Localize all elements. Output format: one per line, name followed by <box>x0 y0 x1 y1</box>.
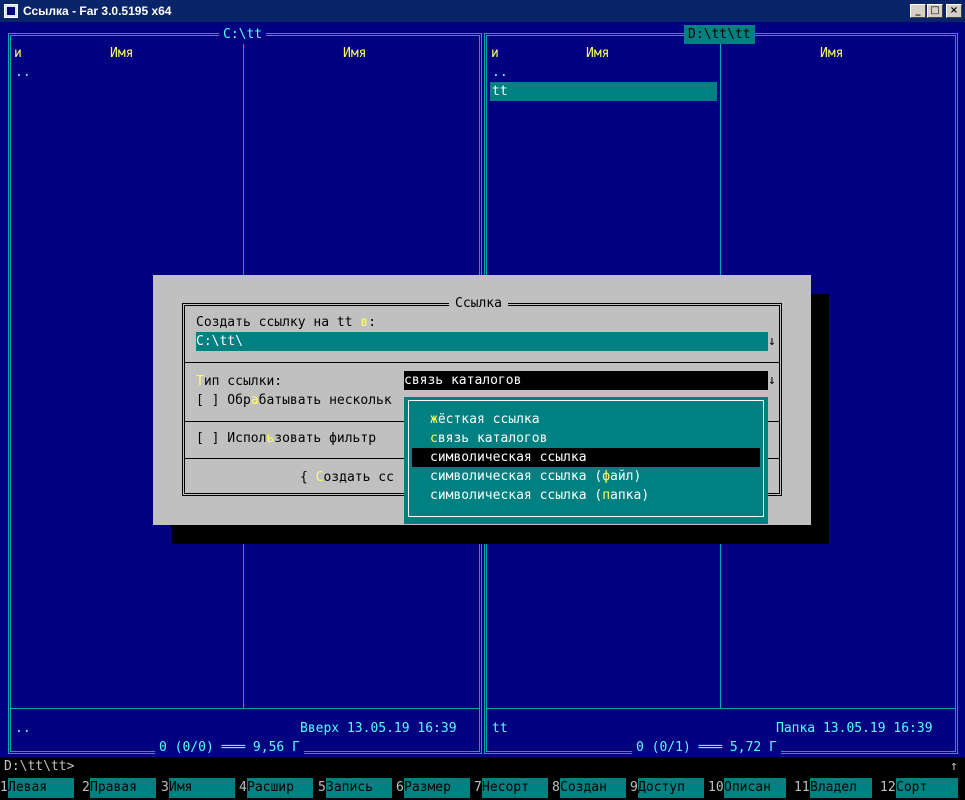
left-column-header-name[interactable]: Имя <box>110 44 133 63</box>
left-sort-indicator: и <box>14 46 22 61</box>
right-status-name: tt <box>492 721 508 736</box>
target-history-arrow-icon[interactable]: ↓ <box>768 332 776 351</box>
dialog-separator-1 <box>185 362 779 363</box>
dropdown-option-symlink-selected[interactable]: символическая ссылка <box>412 448 760 467</box>
dropdown-option-junction[interactable]: связь каталогов <box>430 429 760 448</box>
use-filter-checkbox[interactable]: [ ] Использовать фильтр <box>196 429 376 448</box>
right-file-item-parent[interactable]: .. <box>492 63 508 82</box>
right-status-divider <box>487 708 955 709</box>
function-key-bar: 1 Левая 2 Правая 3 Имя 4 Расшир 5 Запись 6 Раз… <box>0 776 965 800</box>
create-link-button[interactable]: { Создать сс <box>300 468 394 487</box>
left-status-name: .. <box>15 721 31 736</box>
left-column-header-name-2[interactable]: Имя <box>343 44 366 63</box>
window-title-bar[interactable]: Ссылка - Far 3.0.5195 x64 _ □ × <box>0 0 965 22</box>
right-column-header-name-2[interactable]: Имя <box>820 44 843 63</box>
scroll-up-arrow-icon[interactable]: ↑ <box>950 757 958 776</box>
dropdown-option-hardlink[interactable]: жёсткая ссылка <box>430 410 760 429</box>
right-panel-summary: 0 (0/1) ═══ 5,72 Г <box>632 738 781 757</box>
right-file-item-selected[interactable]: tt <box>490 82 717 101</box>
maximize-button[interactable]: □ <box>927 4 943 18</box>
right-column-header-name[interactable]: Имя <box>586 44 609 63</box>
left-status-divider <box>11 708 479 709</box>
link-type-label: Тип ссылки: <box>196 374 283 389</box>
left-status-info: Вверх 13.05.19 16:39 <box>300 721 457 736</box>
command-prompt: D:\tt\tt> <box>4 759 75 774</box>
left-panel-path[interactable]: C:\tt <box>219 25 267 44</box>
target-label: Создать ссылку на tt в: <box>196 315 377 330</box>
window-title: Ссылка - Far 3.0.5195 x64 <box>23 4 172 18</box>
left-panel-summary: 0 (0/0) ═══ 9,56 Г <box>155 738 304 757</box>
process-multiple-checkbox[interactable]: [ ] Обрабатывать нескольк <box>196 391 392 410</box>
left-file-item-parent[interactable]: .. <box>15 63 31 82</box>
close-button[interactable]: × <box>946 4 962 18</box>
minimize-button[interactable]: _ <box>910 4 926 18</box>
right-status-info: Папка 13.05.19 16:39 <box>776 721 933 736</box>
right-panel-path[interactable]: D:\tt\tt <box>684 25 755 44</box>
right-sort-indicator: и <box>491 46 499 61</box>
dropdown-option-symlink-folder[interactable]: символическая ссылка (папка) <box>430 486 760 505</box>
link-type-select[interactable]: связь каталогов <box>404 371 768 390</box>
dialog-title: Ссылка <box>449 294 508 313</box>
link-type-dropdown-arrow-icon[interactable]: ↓ <box>768 371 776 390</box>
dropdown-option-symlink-file[interactable]: символическая ссылка (файл) <box>430 467 760 486</box>
target-path-input[interactable]: C:\tt\ <box>196 332 768 351</box>
command-line[interactable]: D:\tt\tt> ↑ <box>0 757 965 776</box>
far-app-icon <box>4 4 18 18</box>
